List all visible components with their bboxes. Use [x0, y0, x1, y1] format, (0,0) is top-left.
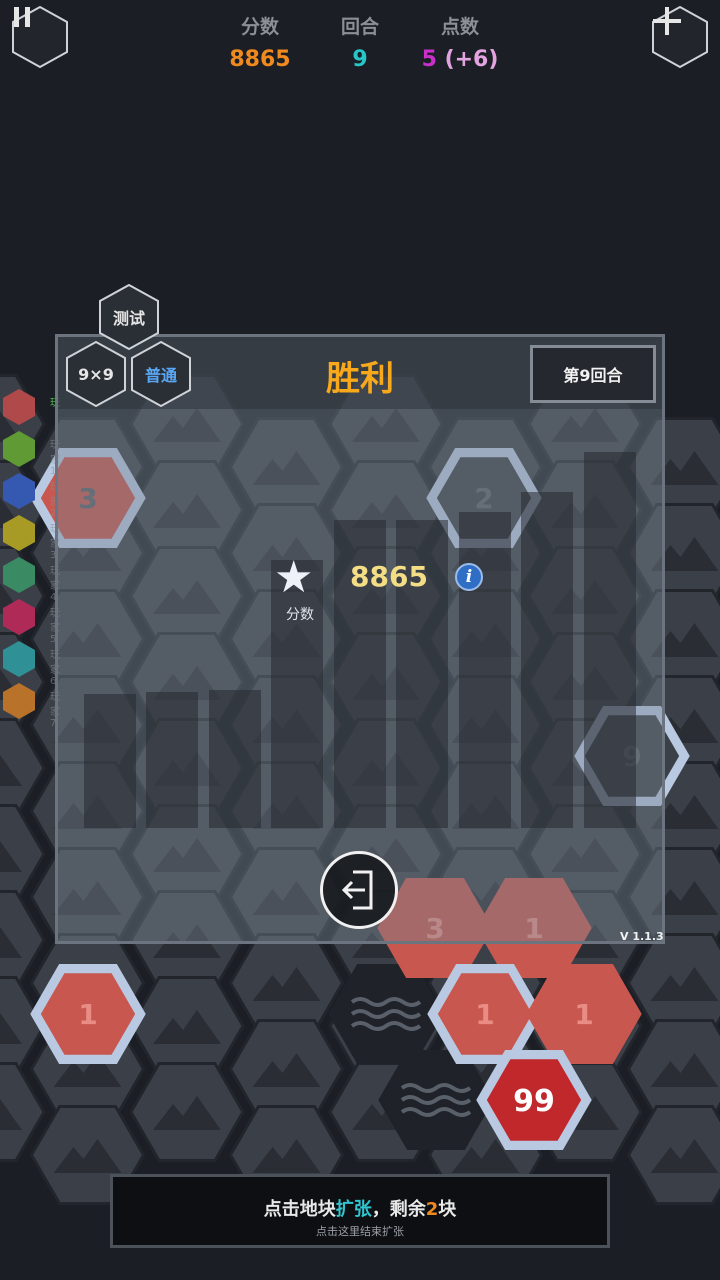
expand-text-2: 扩张 [335, 1199, 372, 1220]
stat-bar [521, 492, 573, 828]
score-value: 8865 [350, 560, 428, 593]
player-chip[interactable] [2, 514, 36, 552]
expand-text-5: 块 [438, 1199, 457, 1220]
score-stat: 分数 8865 [205, 12, 315, 72]
tag-size: 9×9 [66, 341, 126, 407]
player-chip[interactable] [2, 682, 36, 720]
stat-bar [146, 692, 198, 828]
expand-text-1: 点击地块 [263, 1199, 336, 1220]
star-icon: ★ [274, 552, 314, 603]
plus-icon [652, 6, 708, 68]
top-bar: 分数 8865 回合 9 点数 5 (+6) [0, 0, 720, 90]
expand-instruction: 点击地块扩张，剩余2块 [113, 1195, 607, 1221]
pause-button[interactable] [12, 6, 68, 68]
tile-strength: 1 [78, 998, 97, 1031]
round-stat: 回合 9 [305, 12, 415, 72]
score-label: 分数 [286, 607, 314, 623]
score-stat-label: 分数 [240, 16, 279, 38]
round-stat-value: 9 [352, 47, 368, 72]
exit-button[interactable] [320, 851, 398, 929]
tile-strength: 1 [574, 998, 593, 1031]
expand-hint: 点击这里结束扩张 [316, 1225, 404, 1238]
player-chip[interactable] [2, 388, 36, 426]
stat-bar [584, 452, 636, 828]
capital-strength: 99 [513, 1084, 555, 1119]
player-chip[interactable] [2, 556, 36, 594]
tile-strength: 1 [475, 998, 494, 1031]
add-button[interactable] [652, 6, 708, 68]
exit-icon [341, 870, 373, 910]
player-chip[interactable] [2, 430, 36, 468]
points-bonus: (+6) [444, 47, 499, 72]
version-label: V 1.1.3 [620, 930, 664, 943]
pause-icon [12, 6, 68, 68]
round-stat-label: 回合 [340, 16, 379, 38]
expand-text-3: ，剩余 [371, 1199, 426, 1220]
stat-bar [209, 690, 261, 828]
points-stat-label: 点数 [440, 16, 479, 38]
score-stat-value: 8865 [229, 47, 291, 72]
player-chip[interactable] [2, 472, 36, 510]
expand-bar[interactable]: 点击地块扩张，剩余2块 点击这里结束扩张 [110, 1174, 610, 1248]
info-icon[interactable]: i [455, 563, 483, 591]
points-value: 5 [421, 47, 437, 72]
tag-difficulty: 普通 [131, 341, 191, 407]
stat-bar [459, 512, 511, 828]
tag-size-label: 9×9 [78, 364, 114, 384]
player-chip[interactable] [2, 598, 36, 636]
points-stat: 点数 5 (+6) [405, 12, 515, 72]
tag-difficulty-label: 普通 [144, 366, 177, 385]
round-box: 第9回合 [530, 345, 656, 403]
stat-bar [84, 694, 136, 828]
points-stat-value: 5 (+6) [405, 47, 515, 72]
player-chip[interactable] [2, 640, 36, 678]
expand-remaining: 2 [425, 1199, 439, 1220]
